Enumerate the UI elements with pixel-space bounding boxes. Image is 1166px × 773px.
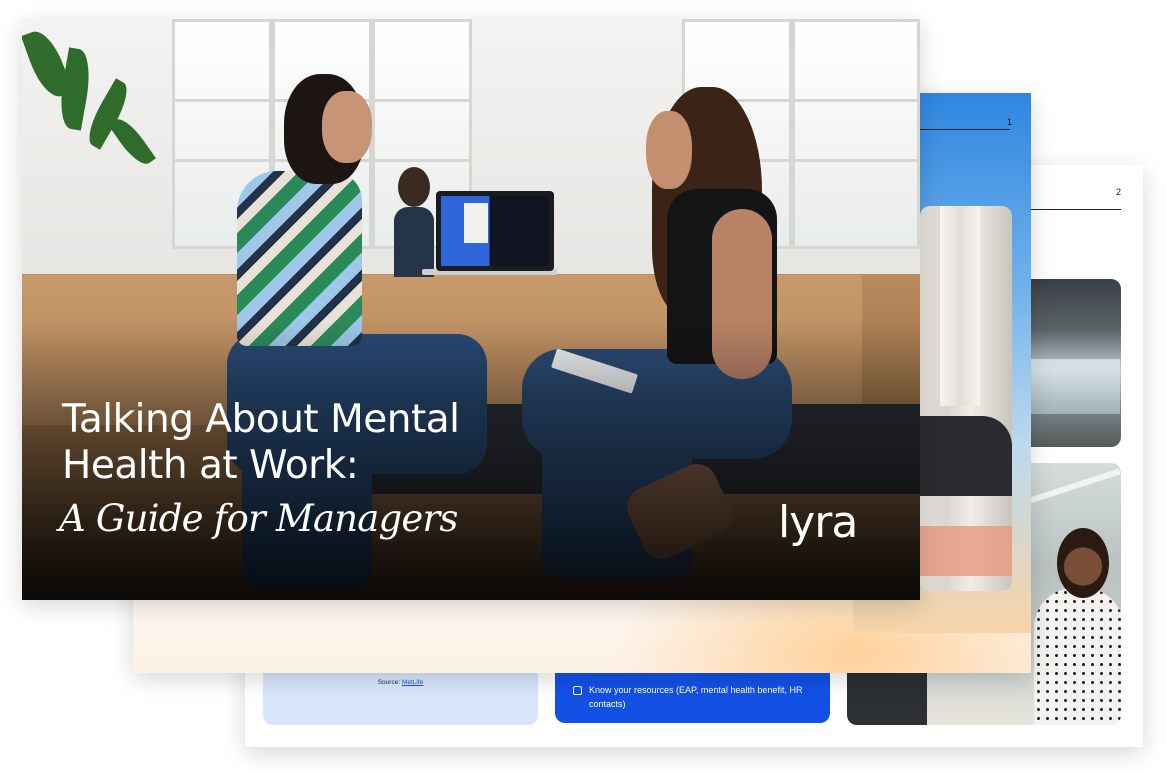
page-number: 2 [1115,187,1121,197]
checklist-item-label: Know your resources (EAP, mental health … [589,685,803,709]
cover-title-line: Health at Work: [62,443,359,488]
header-rule [920,129,1010,130]
curly-hair-head-shape [1057,528,1109,598]
checkbox-icon[interactable] [573,686,582,695]
source-label: Source: [377,679,402,686]
table-shape [920,526,1012,576]
source-link[interactable]: MetLife [402,679,423,686]
person-shape [920,416,1012,496]
cover-title: Talking About Mental Health at Work: [62,397,582,489]
polka-dot-shirt-shape [1034,588,1121,725]
curtain-shape [940,206,980,406]
cover-title-line: Talking About Mental [62,397,460,442]
page-number: 1 [1007,117,1013,127]
guide-cover: Talking About Mental Health at Work: A G… [22,19,920,600]
cover-subtitle: A Guide for Managers [59,497,458,540]
window-shape [1030,359,1120,414]
lyra-logo: lyra [778,497,858,548]
meeting-photo [920,206,1012,591]
ceiling-beam-shape [1028,468,1121,504]
source-note: Source: MetLife [263,679,538,686]
